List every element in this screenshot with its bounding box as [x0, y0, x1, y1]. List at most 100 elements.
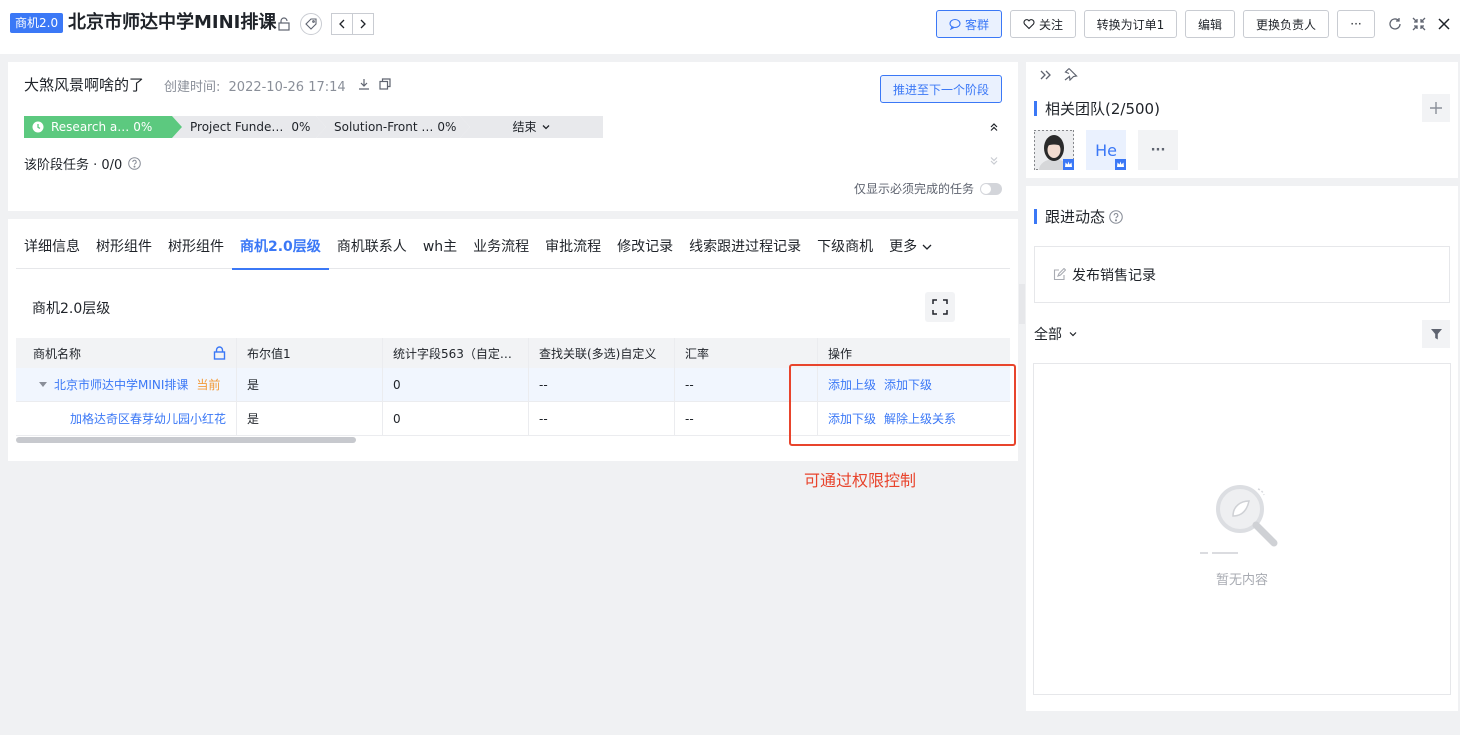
tab-tree-component[interactable]: 树形组件 [88, 233, 160, 269]
chevron-down-icon [1069, 332, 1077, 337]
stage-step[interactable]: Solution-Front … 0% [316, 116, 470, 138]
collapse-up-icon[interactable] [987, 120, 1001, 134]
convert-to-order-button[interactable]: 转换为订单1 [1084, 10, 1177, 38]
follow-label: 关注 [1038, 17, 1063, 32]
stage-step-end[interactable]: 结束 [460, 116, 603, 138]
follow-up-activity-card: 跟进动态 发布销售记录 全部 暂无内容 [1026, 186, 1458, 711]
post-sales-record-input[interactable]: 发布销售记录 [1034, 246, 1450, 303]
lock-icon[interactable] [213, 346, 226, 360]
tab-tree-component-2[interactable]: 树形组件 [160, 233, 232, 269]
empty-search-icon [1200, 485, 1278, 554]
tab-wh-master[interactable]: wh主 [415, 233, 465, 269]
tab-approval-flow[interactable]: 审批流程 [537, 233, 609, 269]
change-owner-button[interactable]: 更换负责人 [1243, 10, 1329, 38]
created-time: 创建时间: 2022-10-26 17:14 [164, 76, 346, 95]
chevron-down-icon [922, 244, 932, 250]
tree-expand-icon[interactable] [38, 381, 48, 389]
opportunity-link[interactable]: 加格达奇区春芽幼儿园小红花 [70, 410, 226, 427]
lock-icon[interactable] [275, 15, 293, 33]
plus-icon [1430, 102, 1442, 114]
change-owner-label: 更换负责人 [1255, 17, 1316, 32]
opportunity-name: 大煞风景啊啥的了 [24, 76, 145, 94]
lookup-cell: -- [529, 402, 675, 435]
stage-label: 结束 [512, 120, 537, 134]
stat-cell: 0 [383, 402, 529, 435]
tab-details[interactable]: 详细信息 [16, 233, 88, 269]
activity-type-dropdown[interactable]: 全部 [1034, 324, 1078, 344]
related-team-card: 相关团队(2/500) He ··· [1026, 62, 1458, 181]
stage-progress-bar: Research a… 0% Project Funde… 0% Solutio… [24, 116, 603, 138]
copy-icon[interactable] [378, 77, 392, 91]
group-chat-label: 客群 [964, 17, 989, 32]
help-icon[interactable] [1109, 209, 1123, 224]
stage-step[interactable]: Research a… 0% [24, 116, 182, 138]
collapse-panel-icon[interactable] [1038, 67, 1054, 83]
add-member-button[interactable] [1422, 94, 1450, 122]
activity-type-label: 全部 [1034, 327, 1062, 343]
follow-button[interactable]: 关注 [1010, 10, 1076, 38]
stat-cell: 0 [383, 368, 529, 401]
stage-label: Solution-Front … [334, 120, 434, 134]
opportunity-link[interactable]: 北京市师达中学MINI排课 [54, 376, 188, 393]
created-time-value: 2022-10-26 17:14 [228, 80, 346, 95]
column-header: 商机名称 [16, 338, 237, 368]
chat-bubble-icon [949, 18, 961, 30]
current-badge: 当前 [196, 378, 221, 392]
bool-cell: 是 [237, 402, 383, 435]
only-required-toggle[interactable] [980, 182, 1002, 195]
stage-percent: 0% [291, 120, 311, 134]
tab-sub-opportunities[interactable]: 下级商机 [809, 233, 881, 269]
horizontal-scrollbar[interactable] [16, 437, 356, 443]
fullscreen-icon [932, 299, 948, 315]
more-actions-label: ··· [1350, 17, 1362, 31]
edit-button[interactable]: 编辑 [1185, 10, 1235, 38]
filter-button[interactable] [1422, 320, 1450, 348]
panel-resize-handle[interactable] [1019, 284, 1025, 324]
tab-change-log[interactable]: 修改记录 [609, 233, 681, 269]
bool-cell: 是 [237, 368, 383, 401]
activity-list: 暂无内容 [1033, 363, 1451, 695]
more-actions-button[interactable]: ··· [1337, 10, 1375, 38]
related-team-heading: 相关团队(2/500) [1034, 98, 1160, 119]
follow-up-heading: 跟进动态 [1034, 206, 1123, 227]
stage-percent: 0% [133, 120, 153, 134]
owner-crown-icon [1115, 159, 1126, 170]
tab-opportunity-contacts[interactable]: 商机联系人 [329, 233, 415, 269]
annotation-note: 可通过权限控制 [804, 471, 917, 490]
lookup-cell: -- [529, 368, 675, 401]
stage-tasks: 该阶段任务 · 0/0 [24, 154, 142, 173]
stage-label: Project Funde… [190, 120, 284, 134]
column-header: 查找关联(多选)自定义 [529, 338, 675, 368]
post-sales-record-placeholder: 发布销售记录 [1072, 267, 1156, 284]
more-members-button[interactable]: ··· [1138, 130, 1178, 170]
tab-business-flow[interactable]: 业务流程 [465, 233, 537, 269]
expand-down-icon[interactable] [987, 154, 1001, 168]
avatar[interactable] [1033, 129, 1075, 181]
page-header: 商机2.0 北京市师达中学MINI排课 客群 关注 转换为订单1 编辑 更换负责… [0, 0, 1460, 54]
created-time-label: 创建时间: [164, 80, 221, 95]
avatar[interactable]: He [1086, 130, 1126, 170]
pin-icon[interactable] [1063, 66, 1079, 82]
group-chat-button[interactable]: 客群 [936, 10, 1002, 38]
fullscreen-button[interactable] [925, 292, 955, 322]
refresh-icon[interactable] [1386, 15, 1404, 33]
help-icon[interactable] [128, 157, 142, 170]
tab-lead-follow-up[interactable]: 线索跟进过程记录 [681, 233, 809, 269]
stage-percent: 0% [437, 120, 457, 134]
filter-icon [1430, 328, 1442, 339]
tab-opportunity-hierarchy[interactable]: 商机2.0层级 [232, 233, 329, 270]
tab-more[interactable]: 更多 [881, 233, 941, 269]
edit-icon [1053, 268, 1066, 281]
convert-label: 转换为订单1 [1096, 17, 1165, 32]
close-icon[interactable] [1435, 15, 1453, 33]
empty-state-text: 暂无内容 [1215, 573, 1268, 588]
previous-record-button[interactable] [331, 13, 353, 35]
stage-label: Research a… [51, 120, 130, 134]
collapse-window-icon[interactable] [1410, 15, 1428, 33]
next-record-button[interactable] [352, 13, 374, 35]
stage-tasks-label: 该阶段任务 · 0/0 [24, 158, 123, 173]
advance-stage-button[interactable]: 推进至下一个阶段 [880, 75, 1002, 103]
stage-step[interactable]: Project Funde… 0% [172, 116, 326, 138]
tag-icon[interactable] [300, 13, 322, 35]
download-icon[interactable] [357, 77, 371, 91]
